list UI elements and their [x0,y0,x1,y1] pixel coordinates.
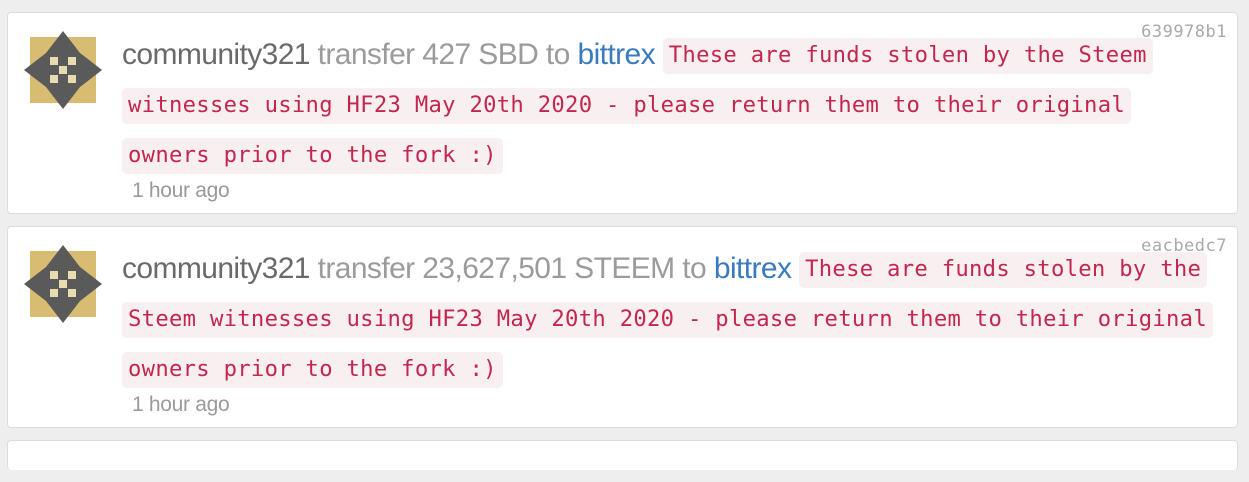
identicon-avatar-icon[interactable] [22,243,104,325]
transfer-amount: 427 SBD [422,38,539,71]
recipient-username-link[interactable]: bittrex [578,38,656,71]
sender-username-link[interactable]: community321 [122,38,310,71]
transfer-feed: 639978b1 community321 transfer 427 SBD t… [7,12,1238,482]
recipient-username-link[interactable]: bittrex [714,252,792,285]
to-label: to [682,252,707,285]
timestamp: 1 hour ago [132,393,230,416]
transfer-amount: 23,627,501 STEEM [422,252,675,285]
transfer-text: community321 transfer 427 SBD to bittrex… [122,31,1162,181]
identicon-avatar-icon[interactable] [22,29,104,111]
sender-username-link[interactable]: community321 [122,252,310,285]
action-label: transfer [317,38,416,71]
transfer-card-partial [7,440,1238,470]
to-label: to [545,38,570,71]
action-label: transfer [317,252,416,285]
transfer-card: 639978b1 community321 transfer 427 SBD t… [7,12,1238,214]
timestamp: 1 hour ago [132,179,230,202]
transfer-text: community321 transfer 23,627,501 STEEM t… [122,245,1230,395]
transfer-card: eacbedc7 community321 transfer 23,627,50… [7,226,1238,428]
